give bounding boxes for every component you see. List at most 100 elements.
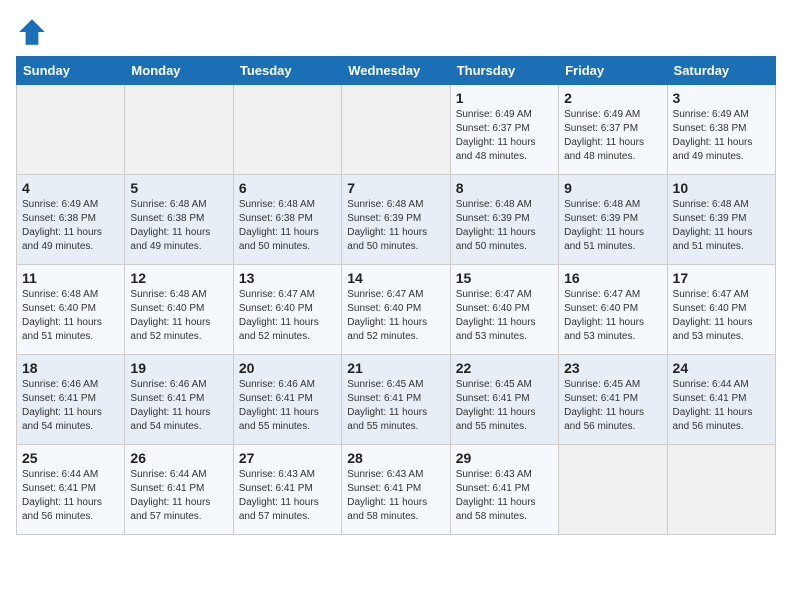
day-info: Sunrise: 6:43 AM Sunset: 6:41 PM Dayligh… (347, 468, 444, 524)
calendar-cell: 3 Sunrise: 6:49 AM Sunset: 6:38 PM Daylig… (667, 85, 775, 175)
day-number: 2 (564, 90, 661, 106)
weekday-header-thursday: Thursday (450, 57, 558, 85)
calendar-cell: 4Sunrise: 6:49 AM Sunset: 6:38 PM Daylig… (17, 175, 125, 265)
weekday-header-row: SundayMondayTuesdayWednesdayThursdayFrid… (17, 57, 776, 85)
day-info: Sunrise: 6:49 AM Sunset: 6:37 PM Dayligh… (564, 108, 661, 164)
day-number: 7 (347, 180, 444, 196)
calendar-cell: 14Sunrise: 6:47 AM Sunset: 6:40 PM Dayli… (342, 265, 450, 355)
day-info: Sunrise: 6:49 AM Sunset: 6:38 PM Dayligh… (673, 108, 770, 164)
day-number: 19 (130, 360, 227, 376)
day-number: 28 (347, 450, 444, 466)
logo (16, 16, 52, 48)
calendar-cell (125, 85, 233, 175)
day-number: 15 (456, 270, 553, 286)
calendar-cell: 2 Sunrise: 6:49 AM Sunset: 6:37 PM Daylig… (559, 85, 667, 175)
weekday-header-friday: Friday (559, 57, 667, 85)
calendar-cell: 28 Sunrise: 6:43 AM Sunset: 6:41 PM Dayli… (342, 445, 450, 535)
day-info: Sunrise: 6:47 AM Sunset: 6:40 PM Dayligh… (564, 288, 661, 344)
calendar-cell (667, 445, 775, 535)
calendar-week-row: 4Sunrise: 6:49 AM Sunset: 6:38 PM Daylig… (17, 175, 776, 265)
calendar-cell: 8 Sunrise: 6:48 AM Sunset: 6:39 PM Daylig… (450, 175, 558, 265)
weekday-header-saturday: Saturday (667, 57, 775, 85)
day-info: Sunrise: 6:44 AM Sunset: 6:41 PM Dayligh… (22, 468, 119, 524)
day-info: Sunrise: 6:48 AM Sunset: 6:39 PM Dayligh… (673, 198, 770, 254)
calendar-cell (342, 85, 450, 175)
day-number: 10 (673, 180, 770, 196)
day-number: 14 (347, 270, 444, 286)
calendar-cell (17, 85, 125, 175)
weekday-header-tuesday: Tuesday (233, 57, 341, 85)
calendar-cell: 6Sunrise: 6:48 AM Sunset: 6:38 PM Daylig… (233, 175, 341, 265)
day-info: Sunrise: 6:48 AM Sunset: 6:40 PM Dayligh… (22, 288, 119, 344)
day-info: Sunrise: 6:45 AM Sunset: 6:41 PM Dayligh… (347, 378, 444, 434)
day-number: 11 (22, 270, 119, 286)
day-number: 21 (347, 360, 444, 376)
weekday-header-sunday: Sunday (17, 57, 125, 85)
calendar-cell: 1 Sunrise: 6:49 AM Sunset: 6:37 PM Daylig… (450, 85, 558, 175)
day-info: Sunrise: 6:49 AM Sunset: 6:38 PM Dayligh… (22, 198, 119, 254)
calendar-cell: 20Sunrise: 6:46 AM Sunset: 6:41 PM Dayli… (233, 355, 341, 445)
weekday-header-monday: Monday (125, 57, 233, 85)
day-number: 26 (130, 450, 227, 466)
day-number: 1 (456, 90, 553, 106)
calendar-week-row: 11 Sunrise: 6:48 AM Sunset: 6:40 PM Dayli… (17, 265, 776, 355)
day-info: Sunrise: 6:48 AM Sunset: 6:40 PM Dayligh… (130, 288, 227, 344)
day-number: 22 (456, 360, 553, 376)
day-info: Sunrise: 6:43 AM Sunset: 6:41 PM Dayligh… (456, 468, 553, 524)
day-info: Sunrise: 6:48 AM Sunset: 6:39 PM Dayligh… (456, 198, 553, 254)
calendar-cell: 7 Sunrise: 6:48 AM Sunset: 6:39 PM Daylig… (342, 175, 450, 265)
day-number: 5 (130, 180, 227, 196)
day-info: Sunrise: 6:47 AM Sunset: 6:40 PM Dayligh… (673, 288, 770, 344)
day-info: Sunrise: 6:46 AM Sunset: 6:41 PM Dayligh… (130, 378, 227, 434)
day-number: 8 (456, 180, 553, 196)
calendar-body: 1 Sunrise: 6:49 AM Sunset: 6:37 PM Daylig… (17, 85, 776, 535)
calendar-cell: 29 Sunrise: 6:43 AM Sunset: 6:41 PM Dayli… (450, 445, 558, 535)
calendar-table: SundayMondayTuesdayWednesdayThursdayFrid… (16, 56, 776, 535)
calendar-cell: 26 Sunrise: 6:44 AM Sunset: 6:41 PM Dayli… (125, 445, 233, 535)
day-info: Sunrise: 6:48 AM Sunset: 6:39 PM Dayligh… (564, 198, 661, 254)
day-info: Sunrise: 6:46 AM Sunset: 6:41 PM Dayligh… (22, 378, 119, 434)
calendar-cell: 23 Sunrise: 6:45 AM Sunset: 6:41 PM Dayli… (559, 355, 667, 445)
day-number: 23 (564, 360, 661, 376)
day-number: 16 (564, 270, 661, 286)
calendar-cell: 24 Sunrise: 6:44 AM Sunset: 6:41 PM Dayli… (667, 355, 775, 445)
calendar-week-row: 25 Sunrise: 6:44 AM Sunset: 6:41 PM Dayli… (17, 445, 776, 535)
calendar-cell (559, 445, 667, 535)
day-number: 3 (673, 90, 770, 106)
calendar-cell: 18Sunrise: 6:46 AM Sunset: 6:41 PM Dayli… (17, 355, 125, 445)
day-number: 20 (239, 360, 336, 376)
calendar-cell: 16 Sunrise: 6:47 AM Sunset: 6:40 PM Dayli… (559, 265, 667, 355)
day-info: Sunrise: 6:48 AM Sunset: 6:38 PM Dayligh… (130, 198, 227, 254)
logo-icon (16, 16, 48, 48)
weekday-header-wednesday: Wednesday (342, 57, 450, 85)
calendar-cell: 10 Sunrise: 6:48 AM Sunset: 6:39 PM Dayli… (667, 175, 775, 265)
day-number: 12 (130, 270, 227, 286)
calendar-cell: 19 Sunrise: 6:46 AM Sunset: 6:41 PM Dayli… (125, 355, 233, 445)
calendar-cell: 12 Sunrise: 6:48 AM Sunset: 6:40 PM Dayli… (125, 265, 233, 355)
day-number: 17 (673, 270, 770, 286)
calendar-week-row: 18Sunrise: 6:46 AM Sunset: 6:41 PM Dayli… (17, 355, 776, 445)
calendar-cell: 17 Sunrise: 6:47 AM Sunset: 6:40 PM Dayli… (667, 265, 775, 355)
page-header (16, 16, 776, 48)
day-number: 27 (239, 450, 336, 466)
day-info: Sunrise: 6:47 AM Sunset: 6:40 PM Dayligh… (239, 288, 336, 344)
day-number: 13 (239, 270, 336, 286)
day-info: Sunrise: 6:45 AM Sunset: 6:41 PM Dayligh… (564, 378, 661, 434)
day-info: Sunrise: 6:49 AM Sunset: 6:37 PM Dayligh… (456, 108, 553, 164)
day-number: 29 (456, 450, 553, 466)
calendar-cell: 27Sunrise: 6:43 AM Sunset: 6:41 PM Dayli… (233, 445, 341, 535)
day-info: Sunrise: 6:48 AM Sunset: 6:39 PM Dayligh… (347, 198, 444, 254)
calendar-week-row: 1 Sunrise: 6:49 AM Sunset: 6:37 PM Daylig… (17, 85, 776, 175)
day-info: Sunrise: 6:44 AM Sunset: 6:41 PM Dayligh… (673, 378, 770, 434)
calendar-cell: 25 Sunrise: 6:44 AM Sunset: 6:41 PM Dayli… (17, 445, 125, 535)
calendar-cell: 11 Sunrise: 6:48 AM Sunset: 6:40 PM Dayli… (17, 265, 125, 355)
calendar-cell: 5 Sunrise: 6:48 AM Sunset: 6:38 PM Daylig… (125, 175, 233, 265)
day-info: Sunrise: 6:44 AM Sunset: 6:41 PM Dayligh… (130, 468, 227, 524)
calendar-cell: 21 Sunrise: 6:45 AM Sunset: 6:41 PM Dayli… (342, 355, 450, 445)
calendar-cell: 22 Sunrise: 6:45 AM Sunset: 6:41 PM Dayli… (450, 355, 558, 445)
day-info: Sunrise: 6:45 AM Sunset: 6:41 PM Dayligh… (456, 378, 553, 434)
day-number: 25 (22, 450, 119, 466)
calendar-cell: 13 Sunrise: 6:47 AM Sunset: 6:40 PM Dayli… (233, 265, 341, 355)
calendar-cell (233, 85, 341, 175)
day-number: 24 (673, 360, 770, 376)
